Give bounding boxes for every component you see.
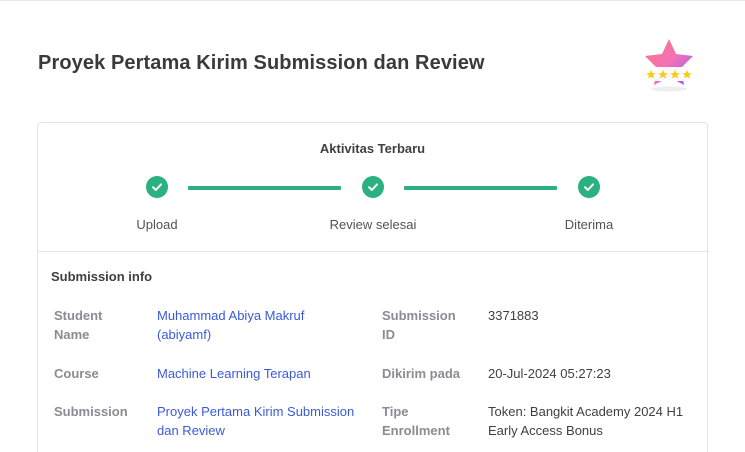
course-link[interactable]: Machine Learning Terapan xyxy=(157,364,311,383)
tipe-enrollment-label: Tipe Enrollment xyxy=(382,404,450,438)
submission-id-value: 3371883 xyxy=(488,308,539,323)
step-label-diterima: Diterima xyxy=(564,217,614,232)
step-label-upload: Upload xyxy=(136,217,178,232)
dikirim-pada-value: 20-Jul-2024 05:27:23 xyxy=(488,366,611,381)
step-label-review: Review selesai xyxy=(329,217,417,232)
step-connector-1 xyxy=(188,186,341,190)
step-connector-2 xyxy=(404,186,557,190)
step-diterima-check-icon xyxy=(578,176,600,198)
tipe-enrollment-value: Token: Bangkit Academy 2024 H1 Early Acc… xyxy=(488,404,684,438)
course-label: Course xyxy=(54,366,99,381)
submission-link[interactable]: Proyek Pertama Kirim Submission dan Revi… xyxy=(157,402,354,440)
star-badge-icon xyxy=(640,37,698,93)
submission-label: Submission xyxy=(54,404,128,419)
dikirim-pada-label: Dikirim pada xyxy=(382,366,461,381)
step-review-check-icon xyxy=(362,176,384,198)
activity-title: Aktivitas Terbaru xyxy=(319,141,426,156)
submission-info-title: Submission info xyxy=(51,269,153,284)
step-upload-check-icon xyxy=(146,176,168,198)
submission-id-label: Submission ID xyxy=(382,308,456,342)
section-divider xyxy=(38,251,707,252)
student-name-label: Student Name xyxy=(54,308,103,342)
submission-card: Aktivitas Terbaru Upload Review selesai … xyxy=(37,122,708,452)
student-name-link[interactable]: Muhammad Abiya Makruf (abiyamf) xyxy=(157,306,304,344)
top-divider xyxy=(0,0,745,1)
page-title: Proyek Pertama Kirim Submission dan Revi… xyxy=(38,52,485,74)
